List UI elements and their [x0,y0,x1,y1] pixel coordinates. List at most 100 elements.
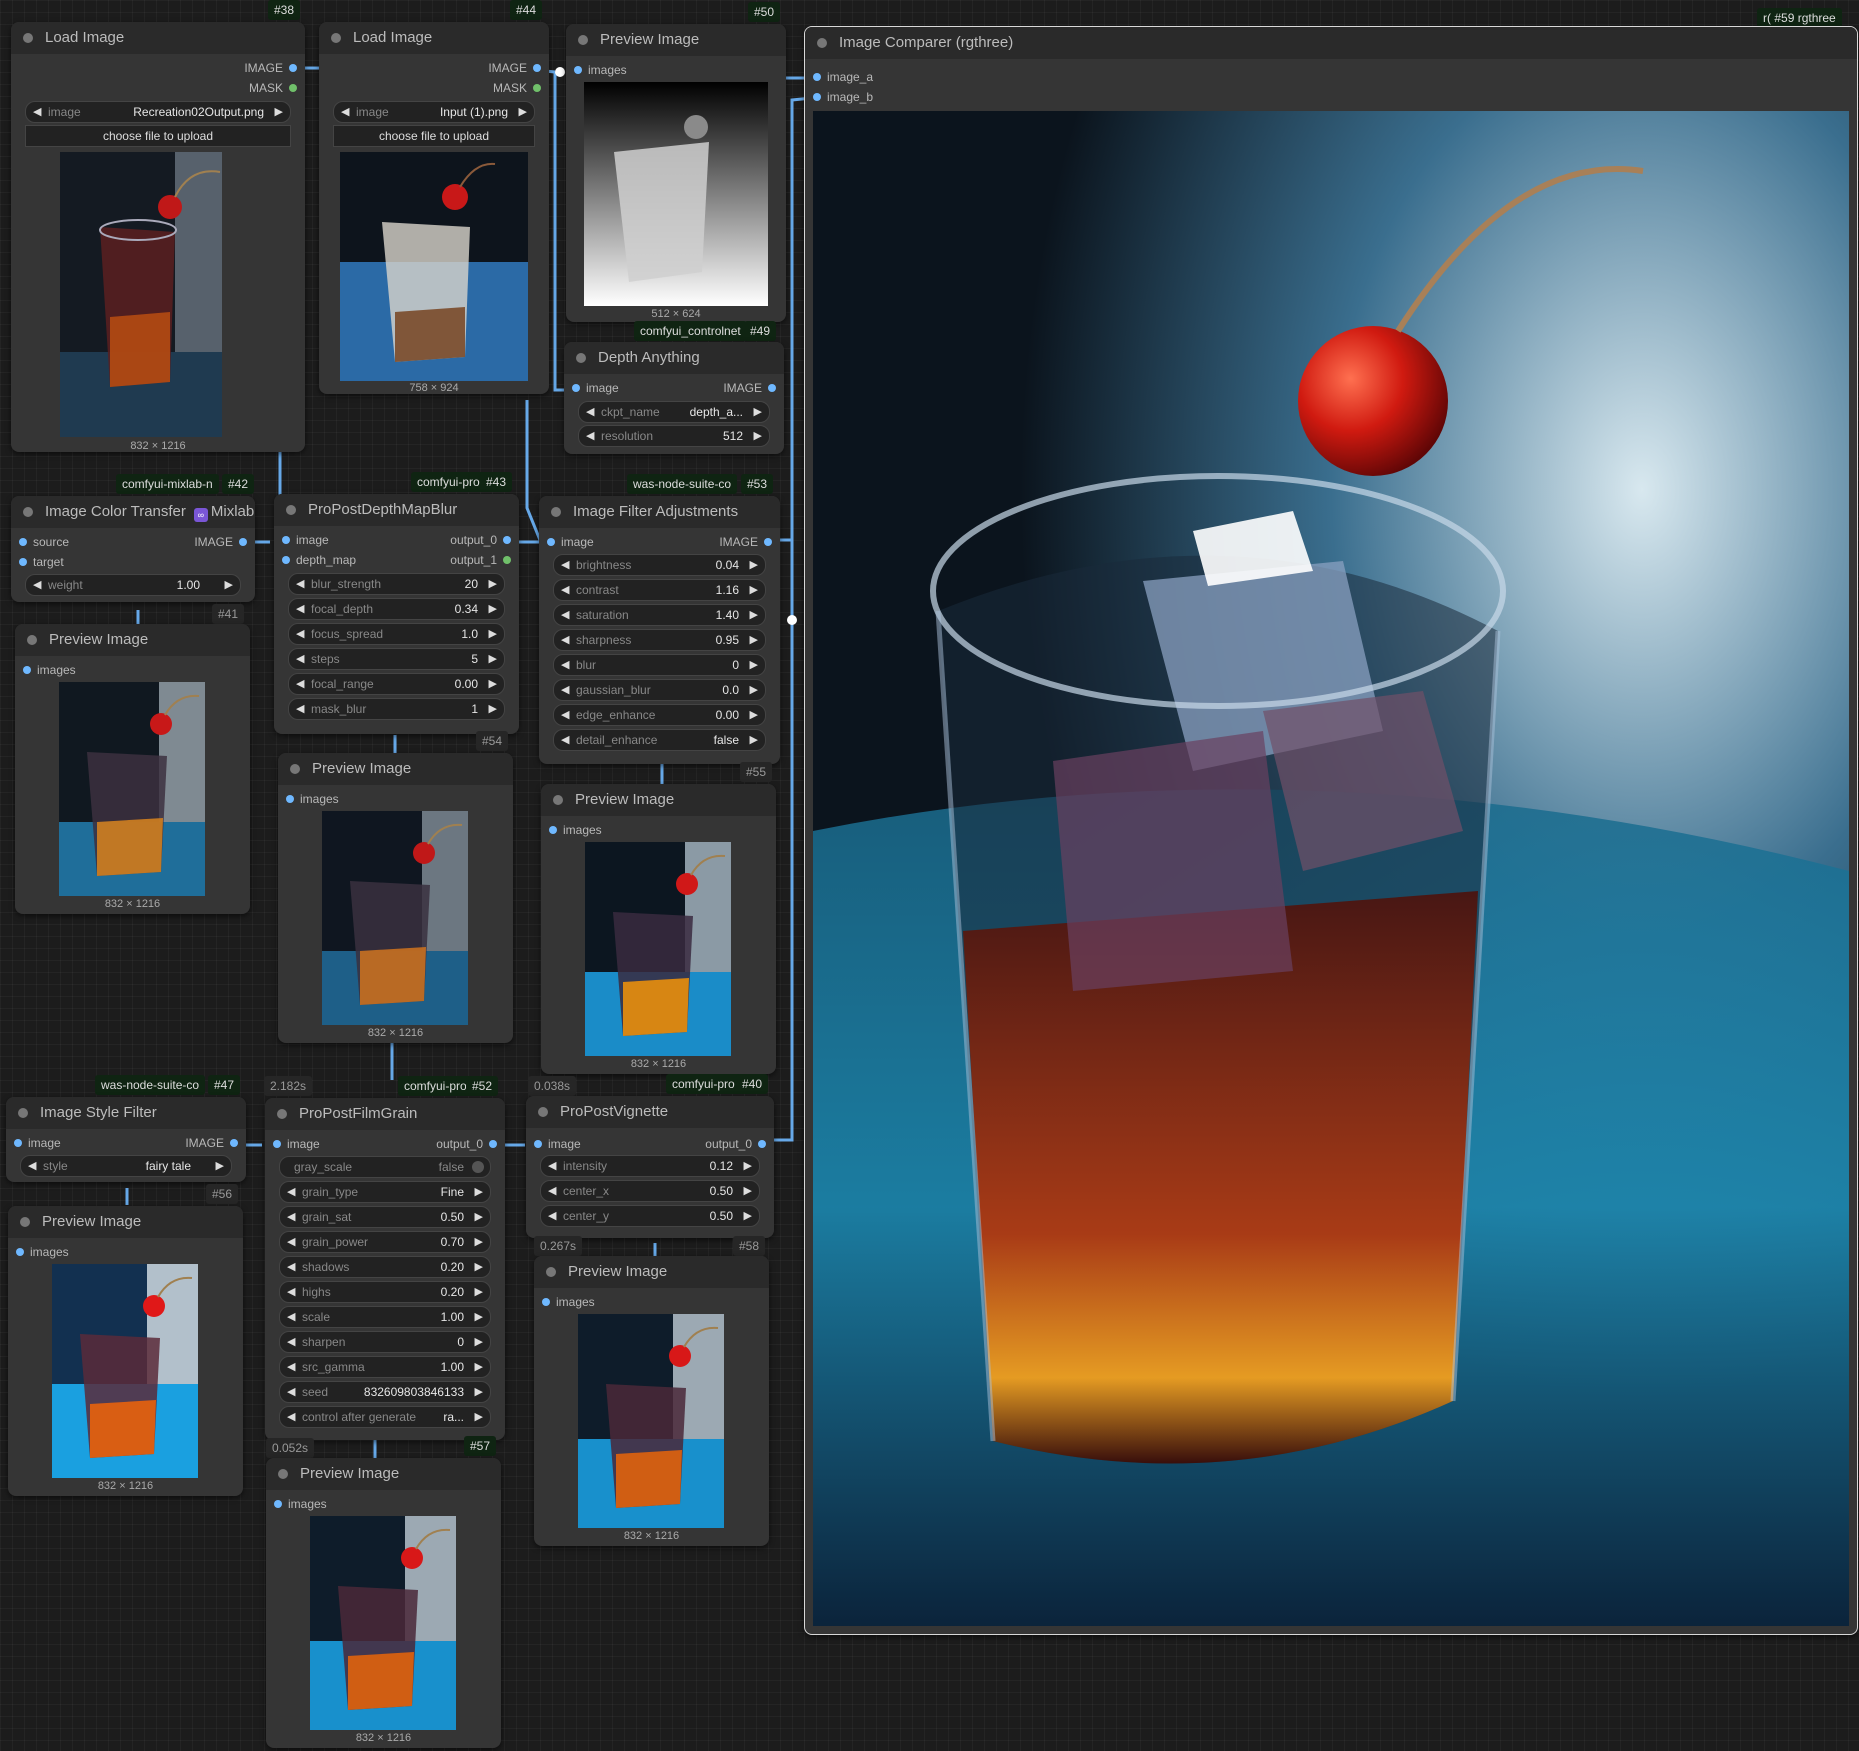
preview-image-node-56[interactable]: Preview Image images 832 × 1216 [8,1206,243,1496]
image-comparer-node-59[interactable]: Image Comparer (rgthree) image_a image_b [804,26,1858,1635]
io-slot-row[interactable]: image output_0 [265,1134,505,1154]
node-title[interactable]: Image Filter Adjustments [539,496,780,528]
collapse-dot-icon[interactable] [576,353,586,363]
blur-strength-widget[interactable]: ◀ blur_strength 20 ▶ [288,573,505,595]
image-combo-widget[interactable]: ◀ image Input (1).png ▶ [333,101,535,123]
propost-depthmap-blur-node-43[interactable]: ProPostDepthMapBlur image output_0 depth_… [274,494,519,734]
scale-widget[interactable]: ◀ scale 1.00 ▶ [279,1306,491,1328]
preview-image-node-50[interactable]: Preview Image images 512 × 624 [566,24,786,322]
node-title[interactable]: Image Style Filter [6,1097,246,1129]
style-widget[interactable]: ◀ style fairy tale ▶ [20,1155,232,1177]
collapse-dot-icon[interactable] [23,33,33,43]
sharpen-widget[interactable]: ◀ sharpen 0 ▶ [279,1331,491,1353]
propost-vignette-node-40[interactable]: ProPostVignette image output_0 ◀ intensity… [526,1096,774,1238]
brightness-widget[interactable]: ◀ brightness 0.04 ▶ [553,554,766,576]
resolution-widget[interactable]: ◀ resolution 512 ▶ [578,425,770,447]
collapse-dot-icon[interactable] [27,635,37,645]
arrow-right-icon[interactable]: ▶ [275,102,283,122]
contrast-widget[interactable]: ◀ contrast 1.16 ▶ [553,579,766,601]
upload-button[interactable]: choose file to upload [25,125,291,147]
io-slot-row[interactable]: source IMAGE [11,532,255,552]
focal-range-widget[interactable]: ◀ focal_range 0.00 ▶ [288,673,505,695]
image-combo-widget[interactable]: ◀ image Recreation02Output.png ▶ [25,101,291,123]
input-image-a-slot[interactable]: image_a [805,67,1857,87]
edge-enhance-widget[interactable]: ◀ edge_enhance 0.00 ▶ [553,704,766,726]
grain-sat-widget[interactable]: ◀ grain_sat 0.50 ▶ [279,1206,491,1228]
shadows-widget[interactable]: ◀ shadows 0.20 ▶ [279,1256,491,1278]
center-x-widget[interactable]: ◀ center_x 0.50 ▶ [540,1180,760,1202]
collapse-dot-icon[interactable] [546,1267,556,1277]
node-title[interactable]: ProPostVignette [526,1096,774,1128]
output-mask-slot[interactable]: MASK [319,78,549,98]
input-images-slot[interactable]: images [534,1292,769,1312]
node-title[interactable]: Preview Image [15,624,250,656]
collapse-dot-icon[interactable] [551,507,561,517]
input-target-slot[interactable]: target [11,552,255,572]
collapse-dot-icon[interactable] [538,1107,548,1117]
node-title[interactable]: ProPostDepthMapBlur [274,494,519,526]
grain-type-widget[interactable]: ◀ grain_type Fine ▶ [279,1181,491,1203]
weight-widget[interactable]: ◀ weight 1.00 ▶ [25,574,241,596]
preview-image-node-41[interactable]: Preview Image images 832 × 1216 [15,624,250,914]
ckpt-name-widget[interactable]: ◀ ckpt_name depth_a... ▶ [578,401,770,423]
node-title[interactable]: ProPostFilmGrain [265,1098,505,1130]
io-slot-row[interactable]: depth_map output_1 [274,550,519,570]
io-slot-row[interactable]: image IMAGE [564,378,784,398]
input-images-slot[interactable]: images [15,660,250,680]
src-gamma-widget[interactable]: ◀ src_gamma 1.00 ▶ [279,1356,491,1378]
gray-scale-toggle[interactable]: gray_scale false [279,1156,491,1178]
grain-power-widget[interactable]: ◀ grain_power 0.70 ▶ [279,1231,491,1253]
upload-button[interactable]: choose file to upload [333,125,535,147]
node-title[interactable]: Preview Image [266,1458,501,1490]
input-images-slot[interactable]: images [8,1242,243,1262]
image-color-transfer-node-42[interactable]: Image Color Transfer ∞ Mixlab source IMAGE … [11,496,255,602]
collapse-dot-icon[interactable] [278,1469,288,1479]
output-mask-slot[interactable]: MASK [11,78,305,98]
io-slot-row[interactable]: image IMAGE [539,532,780,552]
saturation-widget[interactable]: ◀ saturation 1.40 ▶ [553,604,766,626]
collapse-dot-icon[interactable] [20,1217,30,1227]
preview-image-node-58[interactable]: Preview Image images 832 × 1216 [534,1256,769,1546]
node-title[interactable]: Depth Anything [564,342,784,374]
steps-widget[interactable]: ◀ steps 5 ▶ [288,648,505,670]
focal-depth-widget[interactable]: ◀ focal_depth 0.34 ▶ [288,598,505,620]
input-images-slot[interactable]: images [278,789,513,809]
collapse-dot-icon[interactable] [578,35,588,45]
collapse-dot-icon[interactable] [553,795,563,805]
node-title[interactable]: Preview Image [566,24,786,56]
input-images-slot[interactable]: images [541,820,776,840]
preview-image-node-55[interactable]: Preview Image images 832 × 1216 [541,784,776,1074]
input-images-slot[interactable]: images [266,1494,501,1514]
arrow-left-icon[interactable]: ◀ [33,102,41,122]
focus-spread-widget[interactable]: ◀ focus_spread 1.0 ▶ [288,623,505,645]
collapse-dot-icon[interactable] [286,505,296,515]
collapse-dot-icon[interactable] [277,1109,287,1119]
highs-widget[interactable]: ◀ highs 0.20 ▶ [279,1281,491,1303]
detail-enhance-widget[interactable]: ◀ detail_enhance false ▶ [553,729,766,751]
collapse-dot-icon[interactable] [331,33,341,43]
input-images-slot[interactable]: images [566,60,786,80]
input-image-b-slot[interactable]: image_b [805,87,1857,107]
intensity-widget[interactable]: ◀ intensity 0.12 ▶ [540,1155,760,1177]
node-title[interactable]: Preview Image [278,753,513,785]
blur-widget[interactable]: ◀ blur 0 ▶ [553,654,766,676]
load-image-node-38[interactable]: Load Image IMAGE MASK ◀ image Recreation… [11,22,305,452]
control-after-generate-widget[interactable]: ◀ control after generate ra... ▶ [279,1406,491,1428]
mask-blur-widget[interactable]: ◀ mask_blur 1 ▶ [288,698,505,720]
collapse-dot-icon[interactable] [18,1108,28,1118]
comparison-image[interactable] [813,111,1849,1626]
image-filter-adjustments-node-53[interactable]: Image Filter Adjustments image IMAGE ◀ bri… [539,496,780,764]
image-style-filter-node-47[interactable]: Image Style Filter image IMAGE ◀ style fair… [6,1097,246,1182]
gaussian-blur-widget[interactable]: ◀ gaussian_blur 0.0 ▶ [553,679,766,701]
node-title[interactable]: Preview Image [8,1206,243,1238]
arrow-right-icon[interactable]: ▶ [519,102,527,122]
toggle-knob-icon[interactable] [472,1161,484,1173]
node-title[interactable]: Preview Image [541,784,776,816]
io-slot-row[interactable]: image output_0 [526,1134,774,1154]
node-title[interactable]: Preview Image [534,1256,769,1288]
io-slot-row[interactable]: image output_0 [274,530,519,550]
node-title[interactable]: Image Comparer (rgthree) [805,27,1857,59]
sharpness-widget[interactable]: ◀ sharpness 0.95 ▶ [553,629,766,651]
center-y-widget[interactable]: ◀ center_y 0.50 ▶ [540,1205,760,1227]
depth-anything-node-49[interactable]: Depth Anything image IMAGE ◀ ckpt_name dept… [564,342,784,454]
